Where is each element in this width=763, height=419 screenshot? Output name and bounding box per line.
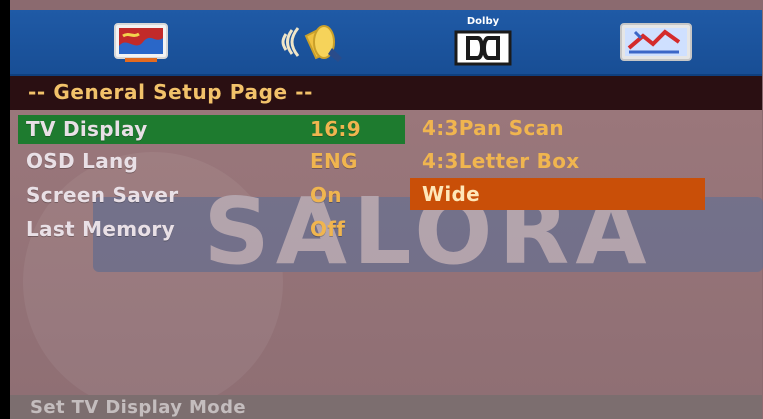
dolby-setup-icon[interactable]: Dolby [448,16,518,66]
menu-item-label: OSD Lang [26,149,139,173]
menu-item-tv-display[interactable]: TV Display 16:9 [18,115,405,144]
tv-monitor-icon [114,23,168,62]
dolby-label: Dolby [466,16,500,27]
settings-content: SALORA TV Display 16:9 OSD Lang ENG Scre… [10,110,763,412]
page-title: -- General Setup Page -- [28,80,314,104]
option-label: Wide [422,182,480,206]
menu-item-value: 16:9 [310,117,361,141]
menu-item-label: TV Display [26,117,148,141]
preference-icon [620,23,692,61]
page-header: -- General Setup Page -- [10,76,762,110]
status-text: Set TV Display Mode [30,397,246,418]
status-bar: Set TV Display Mode [10,395,762,419]
audio-setup-icon[interactable] [272,18,352,66]
option-wide[interactable]: Wide [410,178,705,210]
menu-item-value: On [310,183,342,207]
general-setup-icon[interactable] [105,18,177,66]
setup-icon-bar: Dolby [10,10,762,76]
option-4-3-letter-box[interactable]: 4:3Letter Box [410,145,705,177]
menu-item-osd-lang[interactable]: OSD Lang ENG [18,147,405,176]
screen-edge [0,0,10,419]
speaker-icon [281,25,342,62]
option-4-3-pan-scan[interactable]: 4:3Pan Scan [410,112,705,144]
tv-screen: Dolby -- General Setup Page -- SALORA TV… [0,0,763,419]
preference-setup-icon[interactable] [613,18,699,66]
menu-item-label: Last Memory [26,217,175,241]
menu-item-value: ENG [310,149,358,173]
option-label: 4:3Pan Scan [422,116,564,140]
menu-item-label: Screen Saver [26,183,179,207]
menu-item-value: Off [310,217,346,241]
menu-item-last-memory[interactable]: Last Memory Off [18,215,405,244]
menu-item-screen-saver[interactable]: Screen Saver On [18,181,405,210]
option-label: 4:3Letter Box [422,149,580,173]
